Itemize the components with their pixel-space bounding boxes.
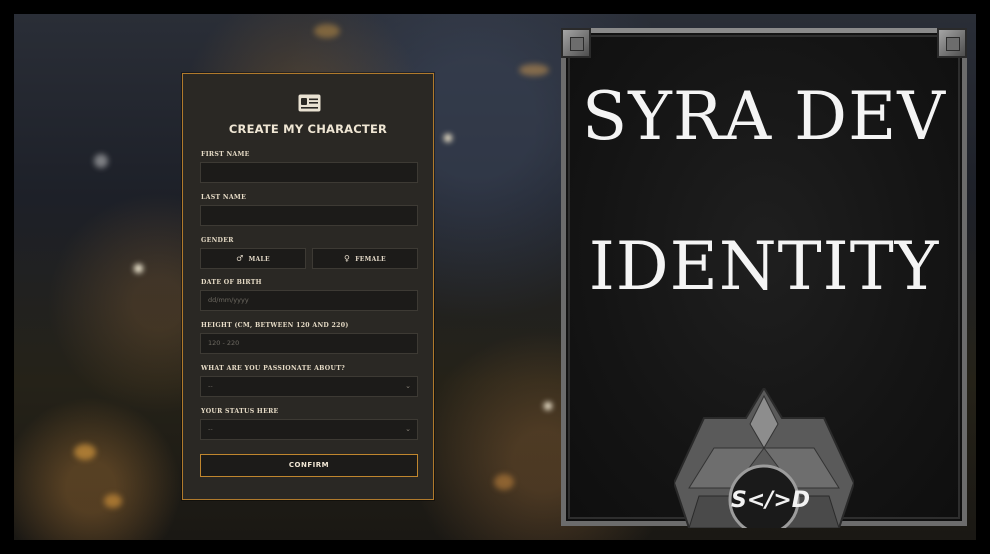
- bokeh-light: [94, 154, 108, 168]
- last-name-label: LAST NAME: [201, 194, 247, 201]
- bokeh-light: [444, 134, 452, 142]
- passion-select-value: --: [208, 382, 213, 390]
- character-form: CREATE MY CHARACTER FIRST NAME LAST NAME…: [182, 73, 434, 500]
- panel-corner: [937, 28, 967, 58]
- height-field[interactable]: 120 - 220: [200, 333, 418, 354]
- chevron-down-icon: ⌄: [405, 382, 411, 390]
- status-select[interactable]: -- ⌄: [200, 419, 418, 440]
- chevron-down-icon: ⌄: [405, 425, 411, 433]
- height-label: HEIGHT (CM, BETWEEN 120 AND 220): [201, 322, 349, 329]
- first-name-field[interactable]: [200, 162, 418, 183]
- first-name-label: FIRST NAME: [201, 151, 250, 158]
- passion-label: WHAT ARE YOU PASSIONATE ABOUT?: [201, 365, 346, 372]
- gender-label: GENDER: [201, 237, 234, 244]
- form-title: CREATE MY CHARACTER: [228, 122, 388, 136]
- bokeh-light: [104, 494, 122, 508]
- id-card-icon: [298, 94, 321, 112]
- identity-panel: SYRA DEV IDENTITY S</>D: [561, 28, 967, 528]
- bokeh-light: [519, 64, 549, 76]
- confirm-button[interactable]: CONFIRM: [200, 454, 418, 477]
- status-select-value: --: [208, 425, 213, 433]
- panel-title-line2: IDENTITY: [588, 228, 940, 305]
- female-icon: ♀: [344, 254, 351, 263]
- dob-field[interactable]: dd/mm/yyyy: [200, 290, 418, 311]
- gender-female-label: FEMALE: [355, 256, 386, 263]
- panel-title-line1: SYRA DEV: [582, 78, 946, 155]
- bokeh-light: [494, 474, 514, 490]
- passion-select[interactable]: -- ⌄: [200, 376, 418, 397]
- bokeh-light: [544, 402, 552, 410]
- male-icon: ♂: [236, 254, 244, 263]
- bokeh-light: [134, 264, 143, 273]
- syra-logo: S</>D: [731, 476, 810, 526]
- logo-text: S</>D: [731, 488, 811, 513]
- screen: CREATE MY CHARACTER FIRST NAME LAST NAME…: [0, 0, 990, 554]
- dob-label: DATE OF BIRTH: [201, 279, 262, 286]
- bokeh-light: [314, 24, 340, 38]
- gender-male-label: MALE: [248, 256, 270, 263]
- gender-male-button[interactable]: ♂ MALE: [200, 248, 306, 269]
- last-name-field[interactable]: [200, 205, 418, 226]
- status-label: YOUR STATUS HERE: [201, 408, 279, 415]
- bokeh-light: [74, 444, 96, 460]
- gender-female-button[interactable]: ♀ FEMALE: [312, 248, 418, 269]
- panel-corner: [561, 28, 591, 58]
